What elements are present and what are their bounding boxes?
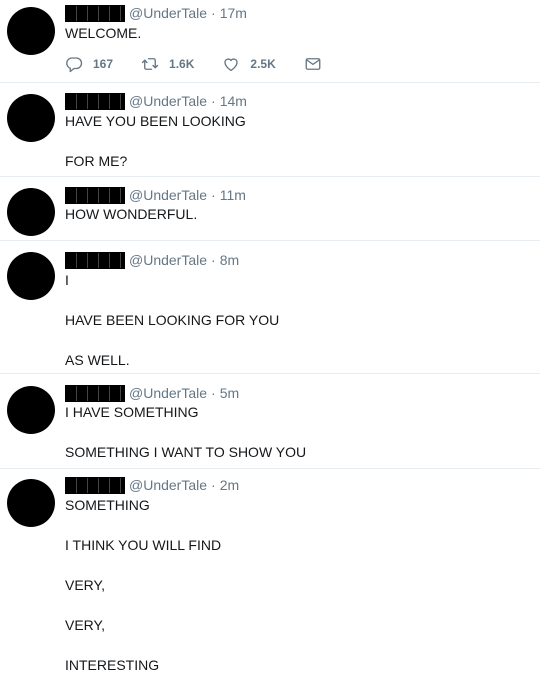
tweet-text: VERY, <box>65 617 105 633</box>
avatar[interactable] <box>7 386 55 434</box>
tweet[interactable]: @UnderTale · 8m I HAVE BEEN LOOKING FOR … <box>0 241 540 373</box>
redacted-display-name <box>65 4 125 22</box>
redacted-display-name <box>65 92 125 110</box>
separator: · <box>211 385 216 401</box>
separator: · <box>211 477 216 493</box>
timestamp[interactable]: 5m <box>220 385 239 401</box>
avatar[interactable] <box>7 188 55 236</box>
reply-button[interactable]: 167 <box>65 55 113 73</box>
tweet-text: AS WELL. <box>65 352 130 368</box>
direct-message-button[interactable] <box>304 55 322 73</box>
tweet-text: HOW WONDERFUL. <box>65 206 198 222</box>
tweet-text: HAVE BEEN LOOKING FOR YOU <box>65 312 280 328</box>
redacted-display-name <box>65 476 125 494</box>
handle[interactable]: @UnderTale <box>129 252 207 268</box>
tweet-header: @UnderTale · 5m <box>65 384 239 402</box>
tweet-text: WELCOME. <box>65 25 142 41</box>
handle[interactable]: @UnderTale <box>129 5 207 21</box>
tweet[interactable]: @UnderTale · 14m HAVE YOU BEEN LOOKING F… <box>0 83 540 176</box>
handle[interactable]: @UnderTale <box>129 477 207 493</box>
retweet-button[interactable]: 1.6K <box>141 55 194 73</box>
tweet[interactable]: @UnderTale · 5m I HAVE SOMETHING SOMETHI… <box>0 374 540 468</box>
tweet-header: @UnderTale · 11m <box>65 186 246 204</box>
separator: · <box>211 5 216 21</box>
retweet-icon <box>141 58 159 70</box>
tweet-header: @UnderTale · 14m <box>65 92 247 110</box>
tweet-text: SOMETHING <box>65 497 150 513</box>
tweet-header: @UnderTale · 8m <box>65 251 239 269</box>
tweet-text: I <box>65 272 69 288</box>
tweet[interactable]: @UnderTale · 2m SOMETHING I THINK YOU WI… <box>0 469 540 676</box>
avatar[interactable] <box>7 479 55 527</box>
tweet-text: I HAVE SOMETHING <box>65 404 199 420</box>
timestamp[interactable]: 17m <box>220 5 247 21</box>
tweet-text: INTERESTING <box>65 657 160 673</box>
avatar[interactable] <box>7 7 55 55</box>
tweet-text: I THINK YOU WILL FIND <box>65 537 222 553</box>
tweet-text: VERY, <box>65 577 105 593</box>
reply-count: 167 <box>93 57 114 71</box>
avatar[interactable] <box>7 252 55 300</box>
envelope-icon <box>305 58 321 70</box>
redacted-display-name <box>65 186 125 204</box>
tweet[interactable]: @UnderTale · 11m HOW WONDERFUL. <box>0 177 540 240</box>
handle[interactable]: @UnderTale <box>129 385 207 401</box>
like-button[interactable]: 2.5K <box>222 55 276 73</box>
retweet-count: 1.6K <box>169 57 195 71</box>
tweet-text: HAVE YOU BEEN LOOKING <box>65 113 246 129</box>
timestamp[interactable]: 14m <box>220 93 247 109</box>
redacted-display-name <box>65 251 125 269</box>
redacted-display-name <box>65 384 125 402</box>
handle[interactable]: @UnderTale <box>129 187 207 203</box>
tweet-actions: 167 1.6K 2.5K <box>65 55 350 73</box>
reply-icon <box>66 57 83 73</box>
timestamp[interactable]: 2m <box>220 477 239 493</box>
timestamp[interactable]: 8m <box>220 252 239 268</box>
like-count: 2.5K <box>250 57 276 71</box>
tweet-text: SOMETHING I WANT TO SHOW YOU <box>65 444 307 460</box>
separator: · <box>211 252 216 268</box>
separator: · <box>211 187 216 203</box>
handle[interactable]: @UnderTale <box>129 93 207 109</box>
timestamp[interactable]: 11m <box>220 187 246 203</box>
separator: · <box>211 93 216 109</box>
tweet[interactable]: @UnderTale · 17m WELCOME. 167 1.6K 2.5K <box>0 0 540 82</box>
tweet-header: @UnderTale · 17m <box>65 4 247 22</box>
avatar[interactable] <box>7 94 55 142</box>
heart-icon <box>224 58 239 72</box>
tweet-text: FOR ME? <box>65 153 128 169</box>
tweet-header: @UnderTale · 2m <box>65 476 239 494</box>
